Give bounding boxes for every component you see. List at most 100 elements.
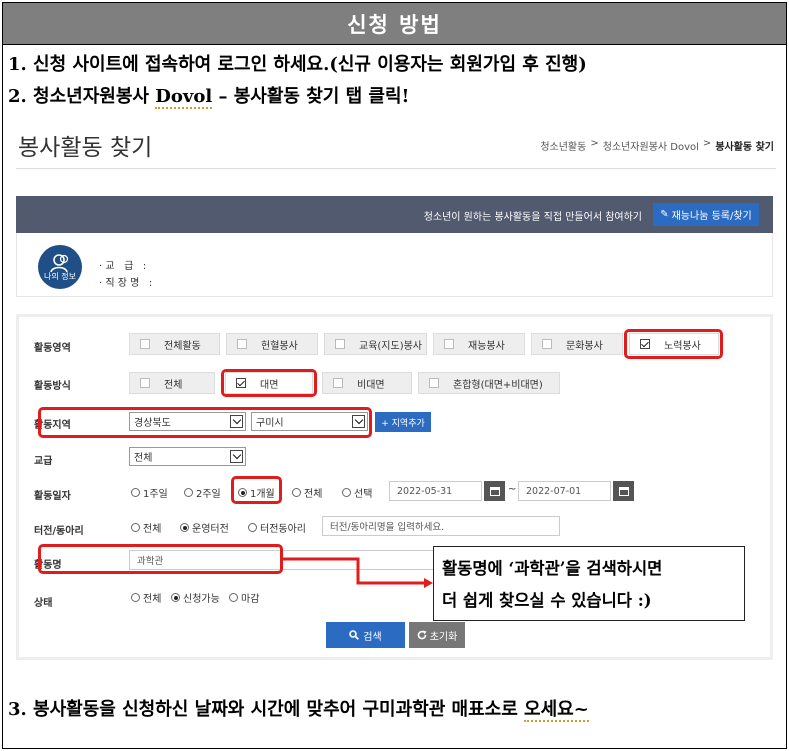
step-3-prefix: 3. 봉사활동을 신청하신 날짜와 시간에 맞추어 구미과학관 매표소로 [8, 699, 525, 720]
avatar-label: 나의 정보 [44, 271, 76, 281]
date-label: 활동일자 [34, 491, 71, 502]
radio-icon [131, 488, 140, 497]
status-option-label: 마감 [241, 594, 260, 605]
method-option-all[interactable]: 전체 [129, 372, 215, 394]
highlight-region [38, 407, 372, 438]
club-option-center[interactable]: 운영터전 [180, 520, 229, 535]
method-option-nonface[interactable]: 비대면 [322, 372, 412, 394]
date-option-label: 전체 [304, 489, 323, 500]
status-option-all[interactable]: 전체 [131, 590, 161, 605]
highlight-face [221, 369, 317, 397]
checkbox-icon [429, 378, 439, 388]
area-option-talent[interactable]: 재능봉사 [433, 333, 525, 355]
search-button-label: 검색 [363, 631, 382, 643]
user-group-icon [50, 253, 69, 272]
area-option-all[interactable]: 전체활동 [129, 333, 220, 355]
radio-icon [131, 593, 140, 602]
radio-selected-icon [171, 593, 180, 602]
callout-box: 활동명에 ‘과학관’을 검색하시면 더 쉽게 찾으실 수 있습니다 :) [433, 546, 745, 621]
area-option-label: 교육(지도)봉사 [359, 340, 423, 352]
area-option-label: 재능봉사 [468, 340, 505, 352]
title-divider [16, 168, 776, 169]
date-option-1week[interactable]: 1주일 [131, 485, 168, 500]
info-school: · 직 장 명 : [99, 278, 153, 289]
checkbox-icon [237, 339, 247, 349]
talent-share-button[interactable]: ✎ 재능나눔 등록/찾기 [653, 203, 759, 226]
chevron-down-icon [230, 450, 243, 463]
radio-icon [131, 523, 140, 532]
end-date-input[interactable]: 2022-07-01 [518, 481, 611, 501]
highlight-activity-name [38, 544, 283, 574]
date-option-label: 1주일 [143, 489, 168, 500]
calendar-icon[interactable] [613, 481, 634, 501]
area-label: 활동영역 [34, 343, 71, 354]
step-2-dovol: Dovol [155, 86, 213, 109]
checkbox-icon [140, 339, 150, 349]
area-option-education[interactable]: 교육(지도)봉사 [324, 333, 427, 355]
breadcrumb-separator: > [702, 138, 712, 149]
date-option-label: 선택 [354, 489, 373, 500]
banner: 청소년이 원하는 봉사활동을 직접 만들어서 참여하기 ✎ 재능나눔 등록/찾기 [16, 196, 773, 233]
date-option-2week[interactable]: 2주일 [184, 485, 221, 500]
checkbox-icon [333, 378, 343, 388]
reset-button[interactable]: 초기화 [409, 622, 465, 648]
callout-line-1: 활동명에 ‘과학관’을 검색하시면 [442, 559, 663, 578]
step-3: 3. 봉사활동을 신청하신 날짜와 시간에 맞추어 구미과학관 매표소로 오세요… [8, 695, 589, 722]
status-option-closed[interactable]: 마감 [229, 590, 259, 605]
search-button[interactable]: 검색 [326, 622, 405, 648]
step-2: 2. 청소년자원봉사 Dovol – 봉사활동 찾기 탭 클릭! [8, 82, 410, 109]
breadcrumb-separator: > [590, 138, 599, 149]
page-title: 봉사활동 찾기 [18, 135, 153, 161]
step-1: 1. 신청 사이트에 접속하여 로그인 하세요.(신규 이용자는 회원가입 후 … [8, 54, 587, 75]
area-option-culture[interactable]: 문화봉사 [531, 333, 623, 355]
checkbox-icon [542, 339, 552, 349]
calendar-icon[interactable] [484, 481, 505, 501]
club-option-club[interactable]: 터전동아리 [248, 520, 306, 535]
radio-selected-icon [180, 523, 189, 532]
grade-value: 전체 [134, 453, 153, 464]
talent-share-button-label: 재능나눔 등록/찾기 [671, 211, 752, 222]
method-option-mixed[interactable]: 혼합형(대면+비대면) [418, 372, 560, 394]
refresh-icon [417, 630, 427, 640]
avatar: 나의 정보 [38, 245, 82, 289]
method-option-label: 비대면 [357, 379, 385, 391]
date-option-label: 2주일 [196, 489, 221, 500]
breadcrumb-item[interactable]: 청소년활동 [540, 138, 586, 153]
club-name-input[interactable]: 터전/동아리명을 입력하세요. [322, 516, 560, 536]
step-2-suffix: – 봉사활동 찾기 탭 클릭! [212, 86, 410, 107]
breadcrumb-item[interactable]: 청소년자원봉사 Dovol [603, 138, 699, 153]
checkbox-icon [444, 339, 454, 349]
my-info-panel: 나의 정보 · 교 급 : · 직 장 명 : [16, 233, 773, 297]
status-option-available[interactable]: 신청가능 [171, 590, 220, 605]
info-grade: · 교 급 : [99, 261, 147, 272]
highlight-1month [231, 476, 282, 504]
breadcrumb-current: 봉사활동 찾기 [715, 142, 774, 153]
reset-button-label: 초기화 [429, 631, 458, 643]
highlight-labor [624, 329, 723, 359]
add-region-button[interactable]: + 지역추가 [375, 412, 431, 432]
date-option-all[interactable]: 전체 [292, 485, 322, 500]
status-option-label: 전체 [143, 594, 162, 605]
step-3-suffix: 오세요~ [524, 699, 589, 722]
step-2-prefix: 2. 청소년자원봉사 [8, 86, 156, 107]
checkbox-icon [140, 378, 150, 388]
area-option-label: 헌혈봉사 [261, 340, 298, 352]
club-option-label: 전체 [143, 524, 162, 535]
radio-icon [342, 488, 351, 497]
area-option-label: 문화봉사 [566, 340, 603, 352]
pencil-icon: ✎ [660, 209, 669, 220]
club-option-label: 터전동아리 [260, 524, 306, 535]
area-option-blood[interactable]: 헌혈봉사 [226, 333, 318, 355]
start-date-input[interactable]: 2022-05-31 [389, 481, 482, 501]
breadcrumb: 청소년활동 > 청소년자원봉사 Dovol > 봉사활동 찾기 [540, 138, 774, 153]
radio-icon [248, 523, 257, 532]
radio-icon [292, 488, 301, 497]
grade-label: 교급 [34, 456, 53, 467]
club-option-all[interactable]: 전체 [131, 520, 161, 535]
method-label: 활동방식 [34, 381, 71, 392]
banner-text: 청소년이 원하는 봉사활동을 직접 만들어서 참여하기 [423, 212, 642, 223]
grade-select[interactable]: 전체 [129, 447, 246, 466]
club-option-label: 운영터전 [192, 524, 229, 535]
header-title: 신청 방법 [347, 11, 442, 37]
date-option-select[interactable]: 선택 [342, 485, 372, 500]
